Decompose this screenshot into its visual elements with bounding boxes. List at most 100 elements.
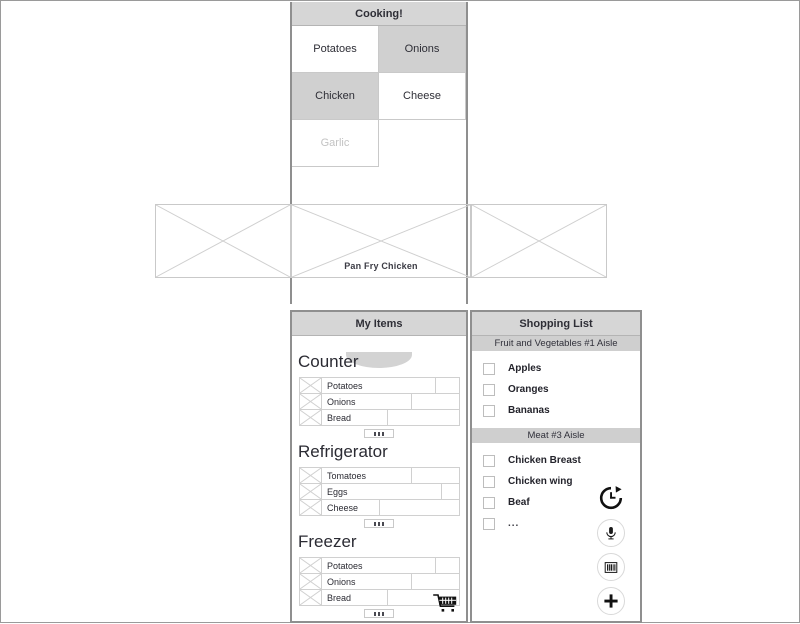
recipe-photo-right[interactable]	[471, 204, 607, 278]
shopping-list-action-buttons	[594, 485, 628, 615]
cooking-tile-onions[interactable]: Onions	[379, 26, 466, 73]
app-canvas: Cooking! Potatoes Onions Chicken Cheese …	[0, 0, 800, 623]
plus-icon[interactable]	[597, 587, 625, 615]
my-items-body: Counter Potatoes Onions Bread Refrigerat…	[292, 352, 466, 621]
item-label: Potatoes	[322, 558, 436, 573]
item-label: Potatoes	[322, 378, 436, 393]
dot	[374, 431, 376, 436]
microphone-glyph	[606, 527, 616, 540]
history-icon[interactable]	[598, 485, 624, 511]
section-title-refrigerator: Refrigerator	[298, 442, 388, 461]
item-thumbnail-placeholder-icon	[300, 468, 322, 483]
list-item[interactable]: Bananas	[472, 400, 640, 421]
table-row[interactable]: Onions	[300, 574, 459, 590]
dot	[382, 431, 384, 436]
shopping-cart-glyph	[433, 594, 457, 612]
checkbox-chicken-wing[interactable]	[483, 475, 495, 488]
my-items-panel: My Items Counter Potatoes Onions Bread R…	[290, 310, 468, 623]
section-title-freezer: Freezer	[298, 532, 357, 551]
checkbox-chicken-breast[interactable]	[483, 454, 495, 467]
list-item-label: Oranges	[508, 384, 549, 395]
shopping-list-title: Shopping List	[472, 312, 640, 336]
item-label: Bread	[322, 410, 388, 425]
item-label: Cheese	[322, 500, 380, 515]
list-item-label: Bananas	[508, 405, 550, 416]
item-thumbnail-placeholder-icon	[300, 558, 322, 573]
history-glyph	[599, 486, 623, 510]
cooking-tile-chicken[interactable]: Chicken	[292, 73, 379, 120]
item-trailing-cell	[412, 468, 459, 483]
barcode-glyph	[604, 561, 618, 573]
dot	[382, 521, 384, 526]
list-item-label: Beaf	[508, 497, 530, 508]
item-thumbnail-placeholder-icon	[300, 484, 322, 499]
recipe-photo-center[interactable]: Pan Fry Chicken	[291, 204, 471, 278]
list-item-label: Apples	[508, 363, 542, 374]
checkbox-new-item[interactable]	[483, 517, 495, 530]
recipe-photo-left[interactable]	[155, 204, 291, 278]
item-table-counter: Potatoes Onions Bread	[299, 377, 460, 426]
list-item-label: ...	[508, 518, 520, 529]
item-thumbnail-placeholder-icon	[300, 378, 322, 393]
checkbox-beaf[interactable]	[483, 496, 495, 509]
show-more-freezer-button[interactable]	[364, 609, 394, 618]
recipe-photo-caption: Pan Fry Chicken	[344, 261, 418, 271]
table-row[interactable]: Cheese	[300, 500, 459, 516]
checkbox-oranges[interactable]	[483, 383, 495, 396]
table-row[interactable]: Bread	[300, 410, 459, 426]
table-row[interactable]: Onions	[300, 394, 459, 410]
cooking-tile-label: Onions	[404, 43, 440, 55]
list-item[interactable]: Oranges	[472, 379, 640, 400]
item-trailing-cell	[436, 558, 459, 573]
list-item-label: Chicken wing	[508, 476, 573, 487]
dot	[382, 611, 384, 616]
checkbox-apples[interactable]	[483, 362, 495, 375]
table-row[interactable]: Potatoes	[300, 558, 459, 574]
item-thumbnail-placeholder-icon	[300, 410, 322, 425]
my-items-title: My Items	[292, 312, 466, 336]
cooking-tile-cheese[interactable]: Cheese	[379, 73, 466, 120]
item-label: Onions	[322, 394, 412, 409]
item-trailing-cell	[412, 394, 459, 409]
item-trailing-cell	[380, 500, 459, 515]
item-thumbnail-placeholder-icon	[300, 500, 322, 515]
item-trailing-cell	[388, 410, 459, 425]
section-title-counter: Counter	[298, 352, 359, 371]
show-more-counter-button[interactable]	[364, 429, 394, 438]
table-row[interactable]: Eggs	[300, 484, 459, 500]
plus-glyph	[604, 594, 618, 608]
item-label: Onions	[322, 574, 412, 589]
list-item[interactable]: Chicken Breast	[472, 450, 640, 471]
item-thumbnail-placeholder-icon	[300, 394, 322, 409]
item-table-refrigerator: Tomatoes Eggs Cheese	[299, 467, 460, 516]
item-label: Eggs	[322, 484, 442, 499]
item-thumbnail-placeholder-icon	[300, 590, 322, 605]
cooking-tile-garlic[interactable]: Garlic	[292, 120, 379, 167]
show-more-refrigerator-button[interactable]	[364, 519, 394, 528]
image-placeholder-icon	[156, 205, 290, 277]
dot	[378, 431, 380, 436]
cooking-tile-label: Chicken	[315, 90, 355, 102]
table-row[interactable]: Potatoes	[300, 378, 459, 394]
barcode-icon[interactable]	[597, 553, 625, 581]
cooking-tile-label: Garlic	[320, 137, 350, 149]
cooking-tile-label: Cheese	[403, 90, 441, 102]
cooking-tile-grid: Potatoes Onions Chicken Cheese Garlic	[292, 26, 466, 167]
table-row[interactable]: Tomatoes	[300, 468, 459, 484]
item-trailing-cell	[412, 574, 459, 589]
cooking-panel-title: Cooking!	[292, 2, 466, 26]
item-label: Tomatoes	[322, 468, 412, 483]
shopping-cart-icon[interactable]	[433, 592, 459, 616]
item-trailing-cell	[442, 484, 459, 499]
image-placeholder-icon	[472, 205, 606, 277]
dot	[378, 521, 380, 526]
dot	[374, 521, 376, 526]
item-trailing-cell	[436, 378, 459, 393]
dot	[374, 611, 376, 616]
item-label: Bread	[322, 590, 388, 605]
checkbox-bananas[interactable]	[483, 404, 495, 417]
cooking-tile-potatoes[interactable]: Potatoes	[292, 26, 379, 73]
microphone-icon[interactable]	[597, 519, 625, 547]
list-item-label: Chicken Breast	[508, 455, 581, 466]
list-item[interactable]: Apples	[472, 358, 640, 379]
